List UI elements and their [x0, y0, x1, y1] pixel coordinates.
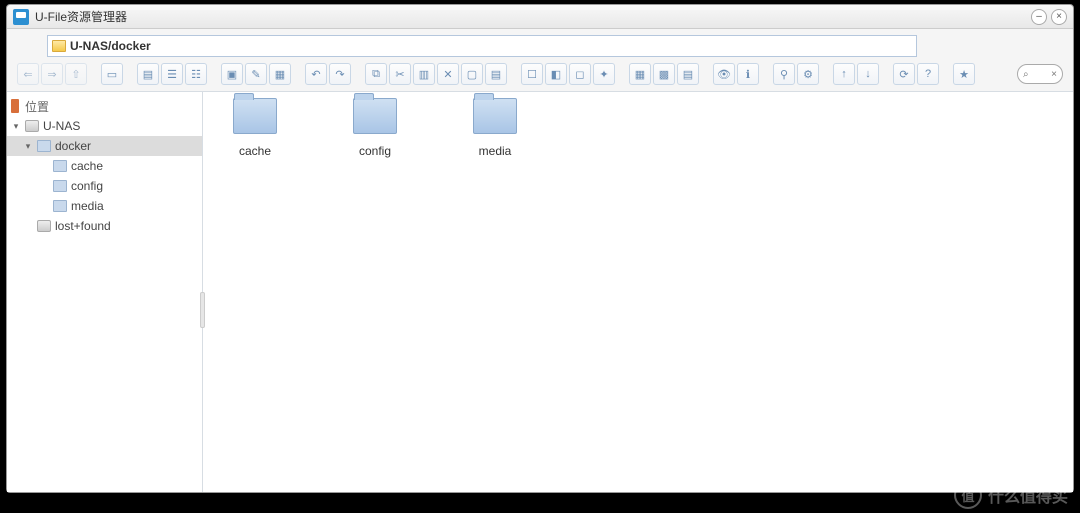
- back-button[interactable]: ⇐: [17, 63, 39, 85]
- titlebar: U-File资源管理器 – ×: [7, 5, 1073, 29]
- folder-icon: [353, 98, 397, 134]
- folder-icon: [37, 140, 51, 152]
- toolbar-group: ⟳?: [893, 63, 939, 85]
- folder-icon: [233, 98, 277, 134]
- app-icon: [13, 9, 29, 25]
- disk-icon: [25, 120, 39, 132]
- sidebar-header-label: 位置: [25, 98, 49, 115]
- tree-item-lost+found[interactable]: lost+found: [7, 216, 202, 236]
- folder-icon: [53, 180, 67, 192]
- paste-button[interactable]: ▥: [413, 63, 435, 85]
- up-button[interactable]: ⇧: [65, 63, 87, 85]
- grid-large-button[interactable]: ▦: [629, 63, 651, 85]
- path-bar[interactable]: U-NAS/docker: [47, 35, 917, 57]
- folder-view[interactable]: cache config media: [203, 92, 1073, 492]
- tree-item-U-NAS[interactable]: ▾ U-NAS: [7, 116, 202, 136]
- disk-icon: [37, 220, 51, 232]
- sidebar: 位置 ▾ U-NAS ▾ docker cache config media lost+fou…: [7, 92, 203, 492]
- toolbar-group: ⧉✂▥✕▢▤: [365, 63, 507, 85]
- cut-button[interactable]: ✂: [389, 63, 411, 85]
- refresh-button[interactable]: ⟳: [893, 63, 915, 85]
- folder-item-config[interactable]: config: [335, 98, 415, 158]
- folder-label: config: [359, 144, 391, 158]
- search-icon: ⌕: [1023, 69, 1029, 80]
- rename-button[interactable]: ▢: [461, 63, 483, 85]
- select-all-button[interactable]: ☐: [521, 63, 543, 85]
- folder-icon: [53, 200, 67, 212]
- toolbar-group: ▭: [101, 63, 123, 85]
- toolbar-group: ⚲⚙: [773, 63, 819, 85]
- view-tree-button[interactable]: ☷: [185, 63, 207, 85]
- bookmark-button[interactable]: ★: [953, 63, 975, 85]
- window-button[interactable]: ▭: [101, 63, 123, 85]
- new-folder-button[interactable]: ▣: [221, 63, 243, 85]
- share-button[interactable]: ⚲: [773, 63, 795, 85]
- tree-item-label: config: [71, 179, 103, 193]
- view-detail-button[interactable]: ▤: [137, 63, 159, 85]
- close-button[interactable]: ×: [1051, 9, 1067, 25]
- toolbar-group: ⇐⇒⇧: [17, 63, 87, 85]
- permissions-button[interactable]: ⚙: [797, 63, 819, 85]
- forward-button[interactable]: ⇒: [41, 63, 63, 85]
- collapse-icon[interactable]: ▾: [11, 121, 21, 132]
- collapse-icon[interactable]: ▾: [23, 141, 33, 152]
- path-text: U-NAS/docker: [70, 39, 151, 53]
- sidebar-header: 位置: [7, 96, 202, 116]
- copy-button[interactable]: ⧉: [365, 63, 387, 85]
- select-filter-button[interactable]: ✦: [593, 63, 615, 85]
- window-title: U-File资源管理器: [35, 8, 1027, 25]
- toolbar-group: ★: [953, 63, 975, 85]
- tree-item-label: U-NAS: [43, 119, 80, 133]
- folder-icon: [52, 40, 66, 52]
- tree-item-media[interactable]: media: [7, 196, 202, 216]
- undo-button[interactable]: ↶: [305, 63, 327, 85]
- sort-desc-button[interactable]: ↓: [857, 63, 879, 85]
- toolbar-group: ▤☰☷: [137, 63, 207, 85]
- tree-item-config[interactable]: config: [7, 176, 202, 196]
- save-button[interactable]: ✎: [245, 63, 267, 85]
- folder-tree: ▾ U-NAS ▾ docker cache config media lost+found: [7, 116, 202, 236]
- redo-button[interactable]: ↷: [329, 63, 351, 85]
- search-pill[interactable]: ⌕ ×: [1017, 64, 1063, 84]
- select-invert-button[interactable]: ◧: [545, 63, 567, 85]
- folder-label: cache: [239, 144, 271, 158]
- grid-small-button[interactable]: ▩: [653, 63, 675, 85]
- toolbar-group: ▣✎▦: [221, 63, 291, 85]
- app-window: U-File资源管理器 – × U-NAS/docker ⇐⇒⇧▭▤☰☷▣✎▦↶…: [6, 4, 1074, 493]
- sidebar-resize-handle[interactable]: [200, 292, 205, 328]
- folder-item-media[interactable]: media: [455, 98, 535, 158]
- content-area: 位置 ▾ U-NAS ▾ docker cache config media lost+fou…: [7, 91, 1073, 492]
- archive-button[interactable]: ▦: [269, 63, 291, 85]
- clipboard-button[interactable]: ▤: [485, 63, 507, 85]
- toolbar-group: 👁ℹ: [713, 63, 759, 85]
- preview-button[interactable]: 👁: [713, 63, 735, 85]
- view-list-button[interactable]: ☰: [161, 63, 183, 85]
- tree-item-label: media: [71, 199, 104, 213]
- tree-item-label: docker: [55, 139, 91, 153]
- folder-item-cache[interactable]: cache: [215, 98, 295, 158]
- info-button[interactable]: ℹ: [737, 63, 759, 85]
- toolbar-group: ▦▩▤: [629, 63, 699, 85]
- tree-item-docker[interactable]: ▾ docker: [7, 136, 202, 156]
- sort-asc-button[interactable]: ↑: [833, 63, 855, 85]
- folder-icon: [473, 98, 517, 134]
- tree-item-label: cache: [71, 159, 103, 173]
- toolbar-group: ↶↷: [305, 63, 351, 85]
- folder-label: media: [479, 144, 512, 158]
- delete-button[interactable]: ✕: [437, 63, 459, 85]
- toolbar-group: ☐◧◻✦: [521, 63, 615, 85]
- toolbar-group: ↑↓: [833, 63, 879, 85]
- tree-item-cache[interactable]: cache: [7, 156, 202, 176]
- search-clear-icon: ×: [1051, 69, 1057, 80]
- grid-tiles-button[interactable]: ▤: [677, 63, 699, 85]
- folder-icon: [53, 160, 67, 172]
- help-button[interactable]: ?: [917, 63, 939, 85]
- tree-item-label: lost+found: [55, 219, 111, 233]
- toolbar: ⇐⇒⇧▭▤☰☷▣✎▦↶↷⧉✂▥✕▢▤☐◧◻✦▦▩▤👁ℹ⚲⚙↑↓⟳?★ ⌕ ×: [17, 63, 1063, 85]
- select-none-button[interactable]: ◻: [569, 63, 591, 85]
- minimize-button[interactable]: –: [1031, 9, 1047, 25]
- location-icon: [11, 99, 19, 113]
